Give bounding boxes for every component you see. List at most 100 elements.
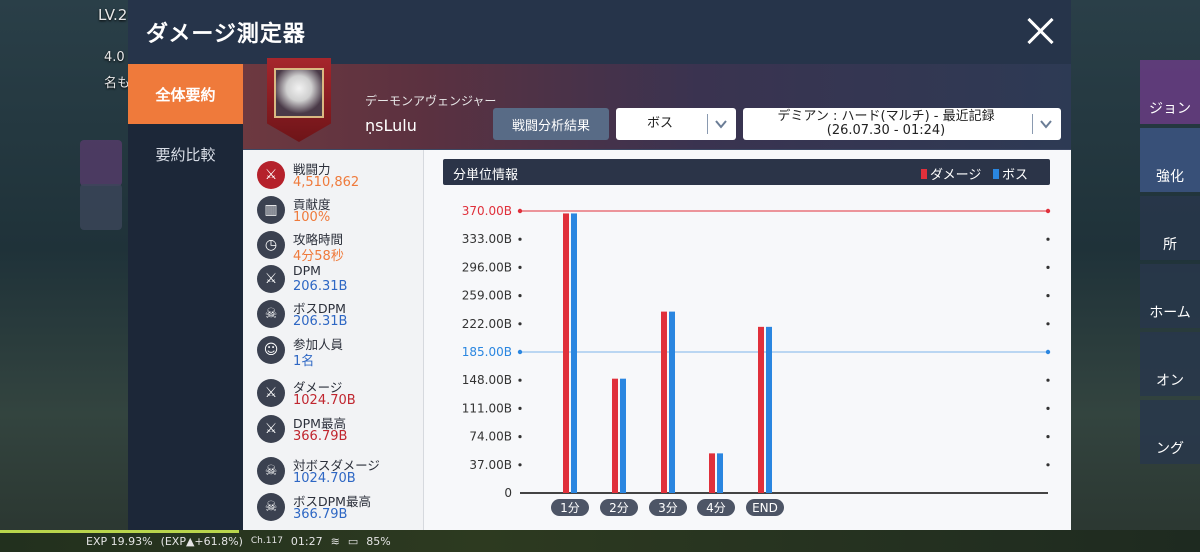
bg-right-menu-4[interactable]: ホーム [1140,264,1200,328]
y-tick-dot [518,406,522,410]
y-tick-dot [1046,435,1050,439]
exp-gain-text: (EXP▲+61.8%) [160,534,243,548]
y-tick-label: 370.00B [462,204,512,218]
bg-right-label-5: オン [1156,373,1184,389]
bg-side-button-2[interactable] [80,184,122,230]
damage-bar [661,311,667,493]
channel-text: Ch.117 [250,536,283,546]
stats-panel: ⚔ 戦闘力 4,510,862 ▥ 貢献度 100% ◷ 攻略時間 4分58秒 ⚔ DPM 206.3… [243,150,424,530]
damage-bar [563,213,569,493]
y-tick-label: 37.00B [469,458,512,472]
stat-label: DPM [293,263,321,278]
stat-value: 1024.70B [293,393,356,408]
boss-bar [669,311,675,493]
bg-right-label-6: ング [1156,441,1184,457]
boss-filter-select[interactable]: ボス [616,108,736,140]
sword-icon: ⚔ [257,379,285,407]
status-bar: EXP 19.93% (EXP▲+61.8%) Ch.117 01:27 ≋ ▭… [0,530,1200,552]
y-tick-label: 74.00B [469,430,512,444]
y-tick-label: 259.00B [462,289,512,303]
stat-row: ⚔ ダメージ 1024.70B [257,377,422,411]
stat-row: ☠ 対ボスダメージ 1024.70B [257,455,422,489]
boss-filter-value: ボス [646,116,673,131]
stat-row: ☠ ボスDPM 206.31B [257,298,422,332]
select-divider [707,114,708,134]
stat-value: 206.31B [293,279,348,294]
sword-icon: ⚔ [257,265,285,293]
stat-row: ☺ 参加人員 1名 [257,334,422,369]
bg-side-button-1[interactable] [80,140,122,186]
y-tick-dot [1046,406,1050,410]
y-tick-dot [518,322,522,326]
stat-value: 206.31B [293,314,348,329]
stat-value: 100% [293,210,331,225]
bg-level-text: LV.2 [98,6,128,24]
battle-analysis-button[interactable]: 戦闘分析結果 [493,108,609,140]
bg-right-menu-1[interactable]: ジョン [1140,60,1200,124]
select-divider [1032,114,1033,134]
max-reference-dot [517,208,523,214]
tab-summary-compare[interactable]: 要約比較 [128,124,243,184]
stat-value: 4分58秒 [293,249,344,264]
y-tick-dot [518,294,522,298]
skull-icon: ☠ [257,300,285,328]
skull-icon: ☠ [257,493,285,521]
avg-reference-dot [517,349,523,355]
max-reference-dot [1045,208,1051,214]
avatar-frame [267,58,331,142]
x-category-label: 4分 [706,501,726,515]
y-tick-dot [1046,237,1050,241]
boss-bar [717,453,723,493]
record-select[interactable]: デミアン : ハード(マルチ) - 最近記録 (26.07.30 - 01:24… [743,108,1061,140]
stat-value: 366.79B [293,507,348,522]
stat-value: 366.79B [293,429,348,444]
job-label: デーモンアヴェンジャー [365,94,497,108]
battery-text: 85% [366,534,391,548]
y-tick-dot [518,435,522,439]
close-button[interactable] [1023,14,1057,48]
bar-chart: 370.00B 333.00B 296.00B 259.00B 222.00B 185.0… [462,204,1051,516]
exp-text: EXP 19.93% [86,534,153,548]
boss-bar [571,213,577,493]
crossed-swords-icon: ⚔ [257,161,285,189]
bg-right-menu-5[interactable]: オン [1140,332,1200,396]
character-name: ṇsLulu [365,116,417,135]
bar-chart-icon: ▥ [257,196,285,224]
battery-icon: ▭ [347,534,359,548]
damage-bar [758,326,764,493]
exp-progress-bar [0,530,239,533]
y-tick-label: 148.00B [462,373,512,387]
bg-right-label-1: ジョン [1149,101,1191,117]
y-tick-dot [518,237,522,241]
y-tick-label: 222.00B [462,317,512,331]
bg-right-menu-3[interactable]: 所 [1140,196,1200,260]
y-tick-label: 185.00B [462,345,512,359]
x-category-label: 2分 [609,501,629,515]
stat-row: ⚔ DPM最高 366.79B [257,413,422,447]
chart-panel: 分単位情報 ダメージ ボス 370.00B 333.00B 296.00B 259.0… [424,150,1071,530]
bg-right-menu-2[interactable]: 強化 [1140,128,1200,192]
y-tick-label: 111.00B [462,401,512,415]
stat-value: 1024.70B [293,471,356,486]
boss-bar [766,326,772,493]
dialog-header: ダメージ測定器 [128,0,1071,64]
dialog-title: ダメージ測定器 [146,22,306,47]
y-tick-dot [1046,265,1050,269]
sword-up-icon: ⚔ [257,415,285,443]
y-tick-dot [1046,463,1050,467]
y-tick-label: 0 [504,486,512,500]
tab-overall-summary[interactable]: 全体要約 [128,64,243,124]
y-tick-dot [518,463,522,467]
bg-right-menu-6[interactable]: ング [1140,400,1200,464]
record-select-line2: (26.07.30 - 01:24) [826,123,946,138]
damage-bar [709,453,715,493]
stat-row: ▥ 貢献度 100% [257,194,422,228]
person-icon: ☺ [257,336,285,364]
clock-text: 01:27 [290,534,323,548]
stat-value: 1名 [293,354,315,369]
y-tick-dot [1046,378,1050,382]
skull-icon: ☠ [257,457,285,485]
stat-row: ⚔ 戦闘力 4,510,862 [257,159,422,193]
character-banner: デーモンアヴェンジャー ṇsLulu 戦闘分析結果 ボス デミアン : ハード(… [243,58,1071,150]
boss-bar [620,378,626,493]
